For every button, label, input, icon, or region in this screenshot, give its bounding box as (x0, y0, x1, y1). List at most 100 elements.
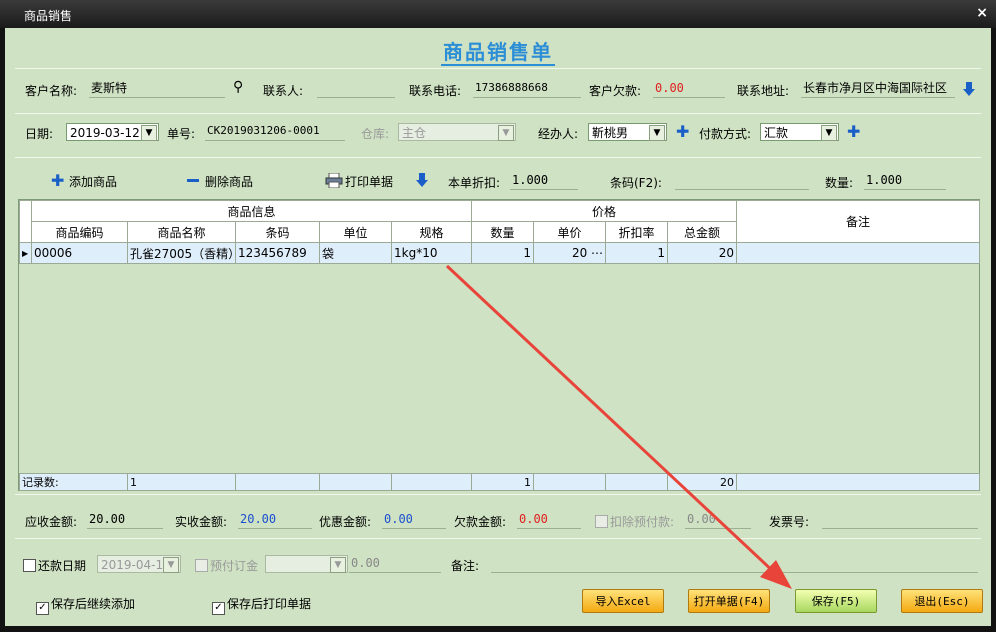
binoculars-icon[interactable]: ⚲ (233, 79, 243, 95)
qty-field[interactable]: 1.000 (864, 171, 946, 190)
group-price-header: 价格 (471, 200, 738, 222)
order-field[interactable]: CK2019031206-0001 (205, 122, 345, 141)
check-icon[interactable]: ✓ (36, 602, 49, 615)
chevron-down-icon[interactable]: ▼ (141, 125, 157, 141)
exit-button[interactable]: 退出(Esc) (901, 589, 983, 613)
add-pay-plus-icon[interactable]: ✚ (847, 124, 860, 140)
window-title: 商品销售 (24, 9, 73, 23)
save-button[interactable]: 保存(F5) (795, 589, 877, 613)
date-picker[interactable]: 2019-03-12 ▼ (66, 123, 159, 141)
receivable-field[interactable]: 20.00 (87, 510, 163, 529)
pay-value: 汇款 (764, 126, 789, 140)
chevron-down-icon[interactable]: ▼ (649, 125, 665, 141)
record-count-value: 1 (127, 473, 236, 491)
cell-spec[interactable]: 1kg*10 (390, 242, 473, 264)
cell-total[interactable]: 20 (667, 242, 738, 264)
footer-cell (319, 473, 392, 491)
cell-price[interactable]: 20 ⋯ (533, 242, 607, 264)
ellipsis-icon[interactable]: ⋯ (591, 246, 603, 260)
divider (15, 157, 981, 158)
product-grid[interactable]: 商品信息 价格 备注 商品编码 商品名称 条码 单位 规格 数量 单价 折扣率 … (18, 199, 981, 491)
col-code-header[interactable]: 商品编码 (31, 221, 128, 243)
note-label: 备注: (451, 559, 480, 573)
discount-amount-field[interactable]: 0.00 (382, 510, 446, 529)
save-continue-label: 保存后继续添加 (51, 597, 136, 611)
discount-field[interactable]: 1.000 (510, 171, 578, 190)
prepay-field: 0.00 (685, 510, 751, 529)
cell-barcode[interactable]: 123456789 (235, 242, 320, 264)
prepay-checkbox: 扣除预付款: (595, 513, 674, 530)
form-panel: 商品销售单 客户名称: 麦斯特 ⚲ 联系人: 联系电话: 17386888668… (5, 28, 991, 626)
save-print-checkbox[interactable]: ✓ 保存后打印单据 (212, 595, 311, 615)
table-row[interactable]: ▶ 00006 孔雀27005（香精） 123456789 袋 1kg*10 1… (19, 242, 981, 264)
print-button[interactable]: 打印单据 (345, 173, 393, 190)
row-indicator-icon: ▶ (19, 242, 32, 264)
receivable-label: 应收金额: (25, 515, 78, 529)
received-label: 实收金额: (175, 515, 228, 529)
grid-table: 商品信息 价格 备注 商品编码 商品名称 条码 单位 规格 数量 单价 折扣率 … (19, 200, 981, 264)
cell-unit[interactable]: 袋 (319, 242, 392, 264)
group-product-header: 商品信息 (30, 200, 473, 222)
col-discount-header[interactable]: 折扣率 (605, 221, 669, 243)
cell-qty[interactable]: 1 (471, 242, 535, 264)
open-document-button[interactable]: 打开单据(F4) (688, 589, 770, 613)
cell-remarks[interactable] (736, 242, 981, 264)
close-icon[interactable]: × (976, 5, 988, 21)
col-qty-header[interactable]: 数量 (471, 221, 535, 243)
footer-cell (235, 473, 320, 491)
customer-label: 客户名称: (25, 84, 78, 98)
col-price-header[interactable]: 单价 (533, 221, 607, 243)
handler-label: 经办人: (538, 127, 579, 141)
order-label: 单号: (167, 127, 196, 141)
page-title: 商品销售单 (441, 40, 555, 66)
cell-price-value: 20 (571, 246, 588, 260)
col-unit-header[interactable]: 单位 (319, 221, 392, 243)
import-excel-button[interactable]: 导入Excel (582, 589, 664, 613)
minus-icon[interactable] (187, 179, 199, 182)
invoice-field[interactable] (822, 510, 978, 529)
prepay-label: 扣除预付款: (610, 515, 675, 529)
chevron-down-icon: ▼ (330, 557, 346, 573)
arrow-down-icon[interactable] (963, 82, 975, 96)
divider (15, 68, 981, 69)
add-handler-plus-icon[interactable]: ✚ (676, 124, 689, 140)
check-icon[interactable]: ✓ (212, 602, 225, 615)
phone-field[interactable]: 17386888668 (473, 79, 581, 98)
printer-icon[interactable] (325, 173, 343, 188)
pay-select[interactable]: 汇款 ▼ (760, 123, 839, 141)
footer-cell (736, 473, 980, 491)
barcode-label: 条码(F2): (610, 176, 662, 190)
delete-product-button[interactable]: 删除商品 (205, 173, 253, 190)
cell-discount[interactable]: 1 (605, 242, 669, 264)
chevron-down-icon[interactable]: ▼ (821, 125, 837, 141)
address-field[interactable]: 长春市净月区中海国际社区 (801, 79, 955, 98)
phone-label: 联系电话: (409, 84, 462, 98)
repay-date-value: 2019-04-11 (101, 558, 171, 572)
cell-name[interactable]: 孔雀27005（香精） (127, 242, 236, 264)
debt-field[interactable]: 0.00 (653, 79, 725, 98)
col-total-header[interactable]: 总金额 (667, 221, 738, 243)
barcode-field[interactable] (675, 171, 809, 190)
owed-field[interactable]: 0.00 (517, 510, 581, 529)
arrow-down-icon[interactable] (416, 173, 428, 187)
qty-label: 数量: (825, 176, 854, 190)
add-product-plus-icon[interactable]: ✚ (51, 173, 64, 189)
repay-date-checkbox[interactable]: 还款日期 (23, 557, 86, 574)
title-bar: 商品销售 × (0, 0, 996, 28)
col-spec-header[interactable]: 规格 (390, 221, 473, 243)
grid-group-header: 商品信息 价格 备注 (19, 200, 981, 243)
add-product-button[interactable]: 添加商品 (69, 173, 117, 190)
col-barcode-header[interactable]: 条码 (235, 221, 320, 243)
col-name-header[interactable]: 商品名称 (127, 221, 236, 243)
handler-select[interactable]: 靳桃男 ▼ (588, 123, 667, 141)
note-field[interactable] (491, 554, 978, 573)
remarks-header[interactable]: 备注 (736, 200, 981, 243)
contact-field[interactable] (317, 79, 395, 98)
customer-field[interactable]: 麦斯特 (89, 79, 225, 98)
checkbox-box[interactable] (23, 559, 36, 572)
save-continue-checkbox[interactable]: ✓ 保存后继续添加 (36, 595, 135, 615)
debt-label: 客户欠款: (589, 84, 642, 98)
deposit-label: 预付订金 (210, 559, 259, 573)
received-field[interactable]: 20.00 (238, 510, 312, 529)
cell-code[interactable]: 00006 (31, 242, 128, 264)
